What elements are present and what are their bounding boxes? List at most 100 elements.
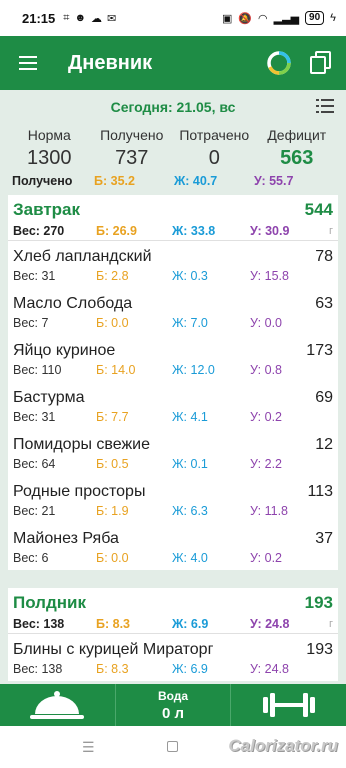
meal-unit: г [328, 224, 333, 237]
food-kcal: 63 [315, 295, 333, 312]
signal-icon: ▂▃▅ [273, 12, 300, 25]
food-protein: Б: 0.0 [96, 316, 129, 330]
food-item[interactable]: Помидоры свежие 12 Вес: 64 Б: 0.5 Ж: 0.1 У: … [8, 429, 338, 476]
food-kcal: 113 [307, 483, 333, 500]
food-carbs: У: 0.2 [250, 551, 282, 565]
food-weight: Вес: 6 [13, 551, 49, 565]
meal-name: Завтрак [13, 200, 81, 219]
status-bar: 21:15 ⌗ ☻ ☁ ✉ ▣ 🔕 ◠ ▂▃▅ 90 ϟ [0, 0, 346, 36]
spent-label: Потрачено [179, 127, 250, 143]
meal-card-snack[interactable]: Полдник 193 Вес: 138 Б: 8.3 Ж: 6.9 У: 24… [8, 588, 338, 681]
mute-icon: 🔕 [238, 12, 253, 25]
food-item[interactable]: Майонез Ряба 37 Вес: 6 Б: 0.0 Ж: 4.0 У: 0.2 [8, 523, 338, 570]
meal-unit: г [328, 617, 333, 630]
food-carbs: У: 0.2 [250, 410, 282, 424]
water-button[interactable]: Вода 0 л [114, 684, 232, 726]
food-item[interactable]: Хлеб лапландский 78 Вес: 31 Б: 2.8 Ж: 0.3 У:… [8, 241, 338, 288]
chat-icon: ☻ [74, 11, 87, 24]
progress-ring-icon[interactable] [266, 50, 292, 76]
food-name: Хлеб лапландский [13, 248, 152, 265]
status-time: 21:15 [22, 10, 56, 26]
food-kcal: 78 [315, 248, 333, 265]
food-fat: Ж: 12.0 [172, 363, 215, 377]
food-carbs: У: 0.0 [250, 316, 282, 330]
food-item[interactable]: Бастурма 69 Вес: 31 Б: 7.7 Ж: 4.1 У: 0.2 [8, 382, 338, 429]
food-weight: Вес: 138 [13, 662, 63, 676]
nfc-icon: ▣ [221, 12, 233, 25]
date-label[interactable]: Сегодня: 21.05, вс [111, 99, 236, 115]
activity-button[interactable] [231, 684, 346, 726]
norm-label: Норма [27, 127, 71, 143]
meal-protein: Б: 26.9 [96, 223, 137, 238]
nav-recents-icon[interactable]: ☰ [82, 739, 95, 756]
food-weight: Вес: 64 [13, 457, 56, 471]
food-protein: Б: 14.0 [96, 363, 136, 377]
norm-value: 1300 [27, 147, 72, 169]
meals-button[interactable] [0, 684, 115, 726]
notification-icons: ⌗ ☻ ☁ ✉ [63, 12, 116, 25]
hamburger-icon [19, 56, 37, 70]
cloud-icon: ☁ [91, 12, 103, 25]
food-protein: Б: 2.8 [96, 269, 129, 283]
system-nav-bar: ☰ Calorizator.ru [0, 726, 346, 768]
message-icon: ✉ [107, 12, 117, 25]
food-name: Яйцо куриное [13, 342, 116, 359]
spent-value: 0 [208, 147, 220, 169]
food-item[interactable]: Родные просторы 113 Вес: 21 Б: 1.9 Ж: 6.3 У:… [8, 476, 338, 523]
food-name: Бастурма [13, 389, 85, 406]
water-value: 0 л [161, 704, 185, 722]
food-fat: Ж: 4.1 [172, 410, 208, 424]
meal-kcal: 193 [304, 593, 333, 612]
copy-icon[interactable] [310, 51, 332, 75]
food-protein: Б: 8.3 [96, 662, 129, 676]
food-weight: Вес: 31 [13, 410, 56, 424]
food-carbs: У: 2.2 [250, 457, 282, 471]
food-fat: Ж: 6.3 [172, 504, 208, 518]
food-name: Масло Слобода [13, 295, 133, 312]
summary-values: 1300 737 0 563 [0, 147, 346, 170]
deficit-label: Дефицит [267, 127, 327, 143]
food-item[interactable]: Блины с курицей Мираторг 193 Вес: 138 Б: 8… [8, 634, 338, 681]
battery-icon: 90 [305, 11, 325, 25]
water-label: Вода [157, 688, 189, 703]
food-kcal: 69 [315, 389, 333, 406]
food-carbs: У: 11.8 [250, 504, 289, 518]
meal-protein: Б: 8.3 [96, 616, 130, 631]
received-macros: Получено Б: 35.2 Ж: 40.7 У: 55.7 [0, 172, 346, 190]
bottom-bar: Вода 0 л [0, 684, 346, 726]
menu-button[interactable] [0, 36, 56, 90]
food-fat: Ж: 7.0 [172, 316, 208, 330]
app-bar: Дневник [0, 36, 346, 90]
list-icon[interactable] [316, 99, 334, 113]
received-label: Получено [100, 127, 164, 143]
food-kcal: 193 [306, 641, 333, 658]
system-icons: ▣ 🔕 ◠ ▂▃▅ 90 ϟ [222, 11, 336, 25]
food-fat: Ж: 4.0 [172, 551, 208, 565]
meal-card-breakfast[interactable]: Завтрак 544 Вес: 270 Б: 26.9 Ж: 33.8 У: … [8, 195, 338, 570]
food-name: Майонез Ряба [13, 530, 119, 547]
food-weight: Вес: 7 [13, 316, 49, 330]
food-item[interactable]: Яйцо куриное 173 Вес: 110 Б: 14.0 Ж: 12.0 У:… [8, 335, 338, 382]
meal-header[interactable]: Завтрак 544 [8, 195, 338, 221]
received-value: 737 [115, 147, 149, 169]
food-kcal: 173 [306, 342, 333, 359]
meal-macros: Вес: 270 Б: 26.9 Ж: 33.8 У: 30.9 г [8, 221, 338, 241]
diary-content[interactable]: Сегодня: 21.05, вс Норма Получено Потрач… [0, 90, 346, 684]
page-title: Дневник [68, 51, 153, 74]
watermark-logo: Calorizator.ru [228, 736, 338, 755]
food-protein: Б: 1.9 [96, 504, 129, 518]
meal-kcal: 544 [304, 200, 333, 219]
protein-value: Б: 35.2 [94, 174, 135, 188]
food-fat: Ж: 0.3 [172, 269, 208, 283]
dumbbell-icon [262, 693, 315, 717]
fat-value: Ж: 40.7 [174, 174, 218, 188]
food-kcal: 12 [315, 436, 333, 453]
food-carbs: У: 24.8 [250, 662, 289, 676]
nav-home-icon[interactable] [167, 741, 178, 752]
food-name: Родные просторы [13, 483, 146, 500]
food-fat: Ж: 0.1 [172, 457, 208, 471]
meal-header[interactable]: Полдник 193 [8, 588, 338, 614]
meal-fat: Ж: 33.8 [172, 223, 216, 238]
food-weight: Вес: 110 [13, 363, 62, 377]
food-item[interactable]: Масло Слобода 63 Вес: 7 Б: 0.0 Ж: 7.0 У: 0.0 [8, 288, 338, 335]
